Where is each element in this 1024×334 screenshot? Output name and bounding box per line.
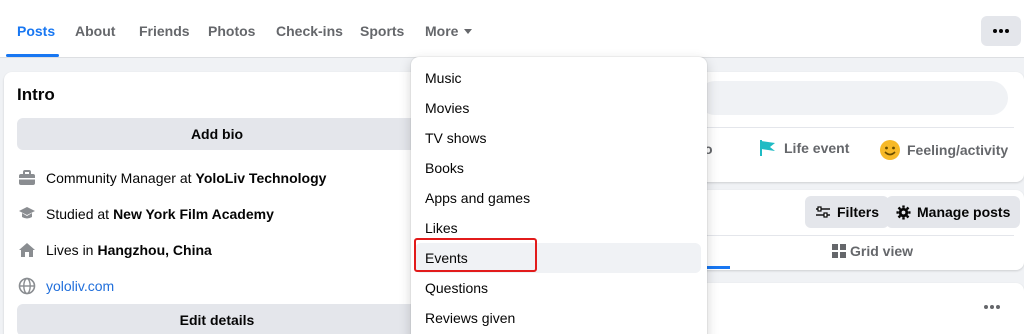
manage-posts-button[interactable]: Manage posts [886, 196, 1021, 228]
tab-sports[interactable]: Sports [360, 22, 404, 42]
work-row: Community Manager at YoloLiv Technology [17, 168, 326, 188]
study-row: Studied at New York Film Academy [17, 204, 274, 224]
tab-about[interactable]: About [75, 22, 115, 42]
menu-item-books[interactable]: Books [415, 153, 701, 183]
posts-toolbar-divider [698, 235, 1014, 236]
manage-posts-label: Manage posts [917, 204, 1011, 220]
tab-more-label: More [425, 23, 459, 39]
composer-divider [698, 127, 1014, 128]
study-prefix: Studied at [46, 206, 110, 222]
lives-place: Hangzhou, China [97, 242, 212, 258]
active-tab-indicator [6, 54, 59, 57]
intro-title: Intro [17, 85, 55, 104]
ellipsis-dot [990, 305, 994, 309]
more-options-button[interactable] [981, 16, 1021, 46]
profile-tab-bar: Posts About Friends Photos Check-ins Spo… [0, 0, 1024, 58]
add-bio-button[interactable]: Add bio [17, 118, 417, 150]
grid-view-tab[interactable]: Grid view [832, 243, 913, 259]
ellipsis-dot [999, 29, 1003, 33]
life-event-label: Life event [784, 140, 850, 156]
more-dropdown-menu: Music Movies TV shows Books Apps and gam… [411, 57, 707, 334]
menu-item-apps-and-games[interactable]: Apps and games [415, 183, 701, 213]
ellipsis-dot [996, 305, 1000, 309]
filters-label: Filters [837, 204, 880, 220]
ellipsis-icon [993, 29, 997, 33]
graduation-cap-icon [17, 204, 37, 224]
website-link[interactable]: yololiv.com [46, 278, 114, 294]
menu-item-music[interactable]: Music [415, 63, 701, 93]
feeling-activity-label: Feeling/activity [907, 142, 1009, 158]
home-icon [17, 240, 37, 260]
ellipsis-dot [1005, 29, 1009, 33]
globe-icon [17, 276, 37, 296]
tab-photos[interactable]: Photos [208, 22, 255, 42]
flag-icon [758, 139, 778, 157]
lives-prefix: Lives in [46, 242, 94, 258]
caret-down-icon [464, 28, 473, 34]
tab-posts[interactable]: Posts [17, 22, 55, 42]
grid-icon [832, 244, 846, 258]
work-prefix: Community Manager at [46, 170, 192, 186]
menu-item-tv-shows[interactable]: TV shows [415, 123, 701, 153]
feeling-activity-button[interactable]: Feeling/activity [879, 139, 1008, 161]
tab-more[interactable]: More [425, 22, 473, 42]
life-event-button[interactable]: Life event [758, 139, 849, 157]
edit-details-button[interactable]: Edit details [17, 304, 417, 334]
sliders-icon [815, 205, 831, 219]
work-place: YoloLiv Technology [195, 170, 327, 186]
menu-item-questions[interactable]: Questions [415, 273, 701, 303]
smiley-icon [879, 139, 901, 161]
post-composer-input[interactable] [698, 81, 1008, 115]
gear-icon [896, 204, 911, 220]
menu-item-movies[interactable]: Movies [415, 93, 701, 123]
briefcase-icon [17, 168, 37, 188]
ellipsis-icon [984, 305, 988, 309]
tab-friends[interactable]: Friends [139, 22, 190, 42]
intro-card: Intro Add bio Community Manager at YoloLi… [4, 72, 424, 334]
study-place: New York Film Academy [113, 206, 274, 222]
filters-button[interactable]: Filters [805, 196, 890, 228]
tab-check-ins[interactable]: Check-ins [276, 22, 343, 42]
events-highlight-annotation [414, 238, 537, 272]
post-options-button[interactable] [983, 305, 1001, 309]
lives-row: Lives in Hangzhou, China [17, 240, 212, 260]
grid-view-label: Grid view [850, 243, 914, 259]
menu-item-reviews-given[interactable]: Reviews given [415, 303, 701, 333]
website-row: yololiv.com [17, 276, 114, 296]
